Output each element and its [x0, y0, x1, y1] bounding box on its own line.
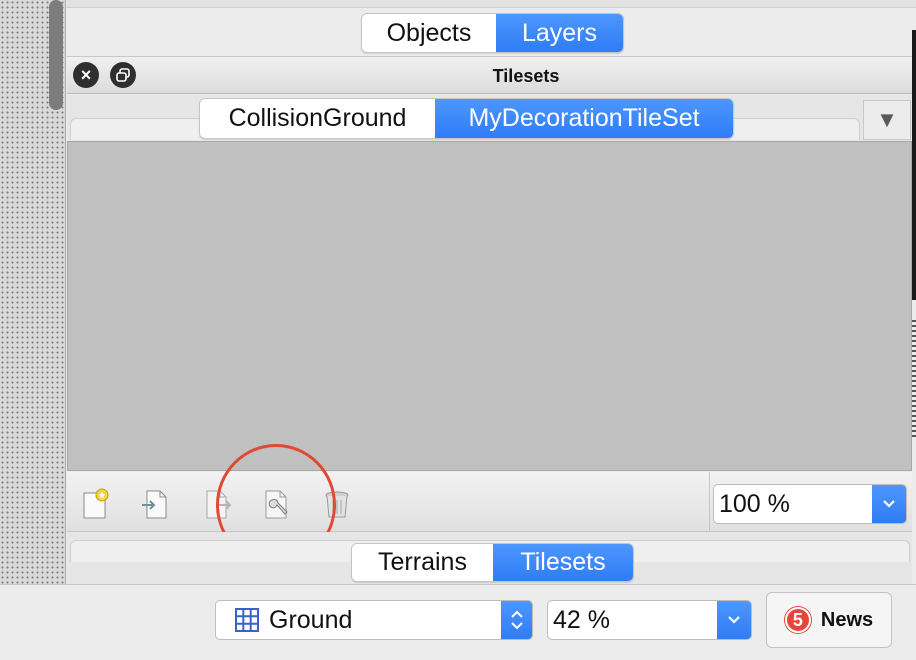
right-edge-map-dotted — [912, 320, 916, 440]
tab-list-menu-button[interactable]: ▼ — [863, 100, 911, 140]
current-layer-value: Ground — [269, 605, 353, 634]
import-tileset-icon[interactable] — [140, 487, 170, 521]
map-zoom-value: 42 % — [553, 605, 610, 634]
tileset-view[interactable] — [67, 141, 912, 471]
map-zoom-combo[interactable]: 42 % — [547, 600, 752, 640]
tileset-tabs: CollisionGround MyDecorationTileSet — [199, 98, 734, 139]
new-tileset-icon[interactable] — [81, 487, 111, 521]
tab-mydecorationtileset[interactable]: MyDecorationTileSet — [435, 99, 733, 138]
tileset-zoom-value: 100 % — [719, 489, 790, 518]
terrains-tilesets-tabs: Terrains Tilesets — [351, 543, 634, 582]
tab-tilesets[interactable]: Tilesets — [493, 544, 633, 581]
vertical-scrollbar-thumb[interactable] — [49, 0, 63, 110]
tile-layer-icon — [235, 608, 259, 632]
news-button[interactable]: 5 News — [766, 592, 892, 648]
dock-title: Tilesets — [492, 66, 560, 86]
top-divider — [67, 0, 916, 8]
tab-layers[interactable]: Layers — [496, 14, 623, 52]
chevron-down-icon[interactable] — [717, 601, 751, 639]
current-layer-combo[interactable]: Ground — [215, 600, 533, 640]
toolbar-separator — [709, 472, 710, 532]
tab-objects[interactable]: Objects — [362, 14, 496, 52]
float-icon[interactable] — [110, 62, 136, 88]
tab-terrains[interactable]: Terrains — [352, 544, 493, 581]
news-count-badge: 5 — [784, 607, 811, 633]
chevron-down-icon: ▼ — [876, 107, 898, 132]
up-down-stepper-icon[interactable] — [501, 601, 532, 639]
close-icon[interactable]: × — [73, 62, 99, 88]
objects-layers-tabs: Objects Layers — [361, 13, 624, 53]
tileset-zoom-combo[interactable]: 100 % — [713, 484, 907, 524]
tab-collisionground[interactable]: CollisionGround — [200, 99, 435, 138]
chevron-down-icon[interactable] — [872, 485, 906, 523]
news-label: News — [820, 608, 874, 631]
